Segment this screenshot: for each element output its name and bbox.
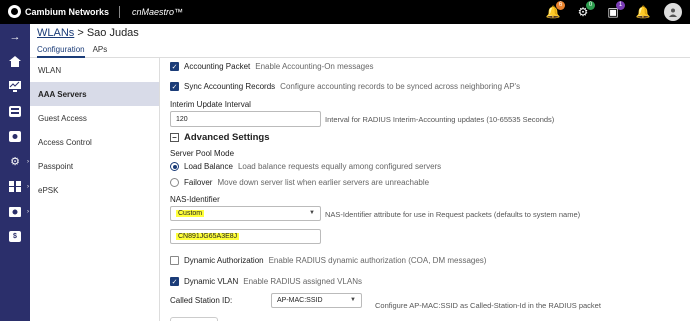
subnav-item-epsk[interactable]: ePSK	[30, 178, 159, 202]
dynamic-vlan-row: ✓ Dynamic VLAN Enable RADIUS assigned VL…	[170, 277, 362, 286]
dynamic-authorization-checkbox[interactable]	[170, 256, 179, 265]
left-rail: → ⚙ › › › $	[0, 24, 30, 321]
breadcrumb: WLANs > Sao Judas	[37, 27, 139, 39]
avatar[interactable]	[664, 3, 682, 21]
terminal-icon[interactable]: ▣ 1	[604, 1, 625, 21]
user-icon	[669, 8, 677, 17]
settings-subnav: WLAN AAA Servers Guest Access Access Con…	[30, 58, 160, 321]
alarm-bell-icon[interactable]: 🔔 6	[544, 1, 565, 21]
brand[interactable]: Cambium Networks cnMaestro™	[8, 5, 183, 18]
monitor-icon[interactable]	[0, 74, 30, 99]
events-icon[interactable]: ⚙ 0	[574, 1, 595, 21]
collapse-arrow-icon[interactable]: →	[0, 24, 30, 49]
aaa-settings-panel: ✓ Accounting Packet Enable Accounting-On…	[161, 58, 690, 321]
subnav-item-guest-access[interactable]: Guest Access	[30, 106, 159, 130]
dynamic-vlan-label: Dynamic VLAN	[184, 277, 239, 286]
failover-row: Failover Move down server list when earl…	[170, 178, 429, 187]
nas-identifier-desc: NAS-Identifier attribute for use in Requ…	[325, 210, 581, 219]
accounting-packet-row: ✓ Accounting Packet Enable Accounting-On…	[170, 62, 374, 71]
advanced-settings-header[interactable]: – Advanced Settings	[170, 132, 270, 143]
home-icon[interactable]	[0, 49, 30, 74]
accounting-packet-label: Accounting Packet	[184, 62, 251, 71]
nas-identifier-label: NAS-Identifier	[170, 195, 220, 204]
failover-desc: Move down server list when earlier serve…	[217, 178, 430, 187]
load-balance-row: Load Balance Load balance requests equal…	[170, 162, 441, 171]
sync-accounting-desc: Configure accounting records to be synce…	[280, 82, 521, 91]
dynamic-authorization-desc: Enable RADIUS dynamic authorization (COA…	[268, 256, 487, 265]
called-station-id-selected: AP-MAC:SSID	[277, 297, 323, 304]
devices-icon[interactable]	[0, 99, 30, 124]
advanced-settings-title: Advanced Settings	[184, 132, 270, 143]
called-station-id-select[interactable]: AP-MAC:SSID ▼	[271, 293, 362, 308]
terminal-count-badge: 1	[616, 1, 625, 10]
apps-icon[interactable]: ›	[0, 174, 30, 199]
called-station-id-desc: Configure AP-MAC:SSID as Called-Station-…	[375, 301, 601, 310]
interim-interval-desc: Interval for RADIUS Interim-Accounting u…	[325, 115, 555, 124]
load-balance-label: Load Balance	[184, 162, 233, 171]
top-bar: Cambium Networks cnMaestro™ 🔔 6 ⚙ 0 ▣ 1 🔔	[0, 0, 690, 24]
cambium-logo-icon	[8, 5, 21, 18]
alarm-count-badge: 6	[556, 1, 565, 10]
top-icons: 🔔 6 ⚙ 0 ▣ 1 🔔	[544, 1, 682, 21]
dynamic-authorization-row: Dynamic Authorization Enable RADIUS dyna…	[170, 256, 486, 265]
dynamic-authorization-label: Dynamic Authorization	[184, 256, 264, 265]
settings-icon[interactable]: ⚙ ›	[0, 149, 30, 174]
nas-identifier-selected: Custom	[176, 210, 205, 217]
dynamic-vlan-desc: Enable RADIUS assigned VLANs	[243, 277, 362, 286]
interim-interval-input[interactable]: 120	[170, 111, 321, 127]
dropdown-caret-icon: ▼	[309, 210, 315, 216]
sync-accounting-label: Sync Accounting Records	[184, 82, 276, 91]
load-balance-radio[interactable]	[170, 162, 179, 171]
chevron-right-icon: ›	[27, 158, 29, 165]
nas-custom-input[interactable]: CN891JG65A3E8J	[170, 229, 321, 244]
wireless-icon[interactable]	[0, 124, 30, 149]
chevron-right-icon: ›	[27, 208, 29, 215]
failover-label: Failover	[184, 178, 213, 187]
nas-custom-value: CN891JG65A3E8J	[176, 233, 240, 240]
load-balance-desc: Load balance requests equally among conf…	[237, 162, 442, 171]
brand-divider	[119, 5, 121, 18]
subnav-item-access-control[interactable]: Access Control	[30, 130, 159, 154]
product-name: cnMaestro™	[132, 6, 184, 17]
tab-bar: Configuration APs	[37, 45, 107, 58]
interim-interval-value: 120	[176, 115, 188, 123]
sync-accounting-row: ✓ Sync Accounting Records Configure acco…	[170, 82, 520, 91]
subnav-item-aaa-servers[interactable]: AAA Servers	[30, 82, 159, 106]
called-station-id-label: Called Station ID:	[170, 296, 233, 305]
tab-aps[interactable]: APs	[93, 45, 108, 58]
collapse-minus-icon: –	[170, 133, 179, 142]
next-control-partial[interactable]	[170, 317, 218, 321]
sync-accounting-checkbox[interactable]: ✓	[170, 82, 179, 91]
breadcrumb-current: > Sao Judas	[74, 27, 139, 39]
accounting-packet-desc: Enable Accounting-On messages	[255, 62, 374, 71]
subnav-item-passpoint[interactable]: Passpoint	[30, 154, 159, 178]
breadcrumb-link-wlans[interactable]: WLANs	[37, 27, 74, 39]
accounting-packet-checkbox[interactable]: ✓	[170, 62, 179, 71]
nas-identifier-select[interactable]: Custom ▼	[170, 206, 321, 221]
dropdown-caret-icon: ▼	[350, 297, 356, 303]
notification-icon[interactable]: 🔔	[634, 3, 652, 21]
billing-icon[interactable]: $	[0, 224, 30, 249]
page-header: WLANs > Sao Judas Configuration APs	[30, 24, 690, 58]
failover-radio[interactable]	[170, 178, 179, 187]
tab-configuration[interactable]: Configuration	[37, 45, 85, 58]
dynamic-vlan-checkbox[interactable]: ✓	[170, 277, 179, 286]
subnav-item-wlan[interactable]: WLAN	[30, 58, 159, 82]
interim-interval-label: Interim Update Interval	[170, 100, 251, 109]
events-count-badge: 0	[586, 1, 595, 10]
chevron-right-icon: ›	[27, 183, 29, 190]
server-pool-mode-label: Server Pool Mode	[170, 149, 235, 158]
brand-name: Cambium Networks	[25, 6, 110, 17]
tools-icon[interactable]: ›	[0, 199, 30, 224]
